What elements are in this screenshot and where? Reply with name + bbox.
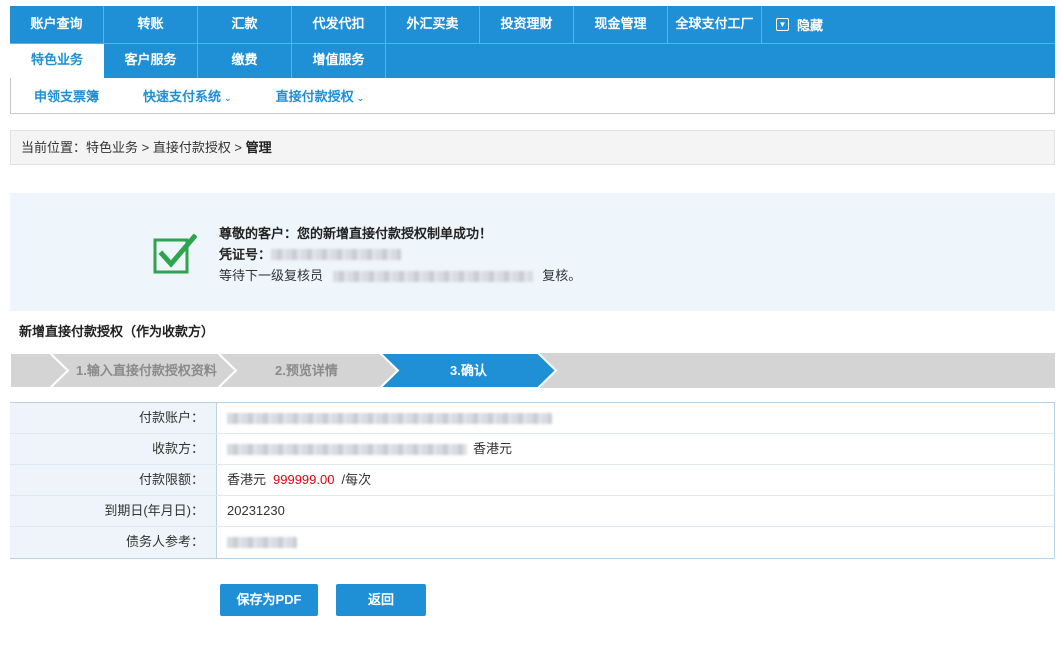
- review-prefix: 等待下一级复核员: [219, 268, 324, 283]
- breadcrumb-current: 管理: [245, 140, 272, 155]
- limit-amount: 999999.00: [273, 472, 335, 487]
- hide-label: 隐藏: [797, 18, 824, 33]
- nav-remittance[interactable]: 汇款: [198, 6, 292, 43]
- limit-value: 香港元 999999.00 /每次: [216, 465, 1054, 495]
- expiry-value: 20231230: [216, 496, 1054, 526]
- debtor-ref-redacted: [227, 537, 297, 548]
- details-table: 付款账户： 收款方： 香港元 付款限额： 香港元 999999.00 /每次 到…: [10, 402, 1055, 559]
- breadcrumb: 当前位置：特色业务 > 直接付款授权 > 管理: [10, 130, 1055, 165]
- success-title: 尊敬的客户：您的新增直接付款授权制单成功！: [219, 226, 493, 241]
- nav-transfer[interactable]: 转账: [104, 6, 198, 43]
- success-message: 尊敬的客户：您的新增直接付款授权制单成功！ 凭证号： 等待下一级复核员 复核。: [219, 223, 581, 286]
- nav-account-query[interactable]: 账户查询: [10, 6, 104, 43]
- payee-value: 香港元: [216, 434, 1054, 464]
- step-indicator: 1.输入直接付款授权资料 2.预览详情 3.确认: [10, 353, 1055, 388]
- voucher-label: 凭证号：: [219, 247, 272, 262]
- nav-cash-management[interactable]: 现金管理: [574, 6, 668, 43]
- nav-value-added[interactable]: 增值服务: [292, 44, 386, 78]
- nav-customer-service[interactable]: 客户服务: [104, 44, 198, 78]
- table-row: 付款限额： 香港元 999999.00 /每次: [10, 465, 1054, 496]
- success-panel: 尊敬的客户：您的新增直接付款授权制单成功！ 凭证号： 等待下一级复核员 复核。: [10, 193, 1055, 311]
- section-title: 新增直接付款授权（作为收款方）: [19, 324, 215, 339]
- subnav-fps-label: 快速支付系统: [143, 89, 222, 104]
- field-label-payee: 收款方：: [10, 434, 216, 464]
- success-check-icon: [153, 234, 197, 274]
- secondary-nav: 特色业务 客户服务 缴费 增值服务: [10, 43, 1055, 79]
- chevron-down-icon: ⌄: [224, 93, 232, 103]
- table-row: 收款方： 香港元: [10, 434, 1054, 465]
- step-2: 2.预览详情: [275, 363, 338, 378]
- payee-currency: 香港元: [473, 441, 513, 456]
- subnav-direct-debit-label: 直接付款授权: [275, 89, 354, 104]
- review-line: 等待下一级复核员 复核。: [219, 265, 581, 286]
- back-button[interactable]: 返回: [336, 584, 426, 616]
- nav-forex[interactable]: 外汇买卖: [386, 6, 480, 43]
- payer-account-value: [216, 403, 1054, 433]
- subnav-cheque-book[interactable]: 申领支票簿: [34, 86, 99, 105]
- table-row: 付款账户：: [10, 403, 1054, 434]
- sub-nav: 申领支票簿 快速支付系统 ⌄ 直接付款授权 ⌄: [10, 78, 1055, 114]
- payee-redacted: [227, 443, 467, 455]
- voucher-line: 凭证号：: [219, 244, 581, 265]
- page: 账户查询 转账 汇款 代发代扣 外汇买卖 投资理财 现金管理 全球支付工厂 ▼ …: [0, 0, 1063, 649]
- field-label-debtor-ref: 债务人参考：: [10, 527, 216, 558]
- review-suffix: 复核。: [542, 268, 582, 283]
- debtor-ref-value: [216, 527, 1054, 558]
- hide-nav-button[interactable]: ▼ 隐藏: [762, 6, 823, 43]
- table-row: 债务人参考：: [10, 527, 1054, 558]
- subnav-fps[interactable]: 快速支付系统 ⌄: [143, 86, 232, 105]
- subnav-cheque-book-label: 申领支票簿: [34, 89, 100, 104]
- nav-special-services[interactable]: 特色业务: [10, 44, 104, 79]
- step-3: 3.确认: [450, 363, 487, 378]
- table-row: 到期日(年月日)： 20231230: [10, 496, 1054, 527]
- field-label-payer-account: 付款账户：: [10, 403, 216, 433]
- limit-currency: 香港元: [227, 472, 267, 487]
- limit-unit: /每次: [341, 472, 372, 487]
- step-1: 1.输入直接付款授权资料: [76, 363, 217, 378]
- reviewer-redacted: [332, 271, 533, 283]
- voucher-number-redacted: [271, 249, 402, 260]
- breadcrumb-path: 当前位置：特色业务 > 直接付款授权 >: [21, 140, 246, 155]
- nav-investment[interactable]: 投资理财: [480, 6, 574, 43]
- field-label-expiry: 到期日(年月日)：: [10, 496, 216, 526]
- payer-account-redacted: [227, 412, 552, 424]
- subnav-direct-debit[interactable]: 直接付款授权 ⌄: [276, 86, 365, 105]
- primary-nav: 账户查询 转账 汇款 代发代扣 外汇买卖 投资理财 现金管理 全球支付工厂 ▼ …: [10, 6, 1055, 43]
- nav-bill-payment[interactable]: 缴费: [198, 44, 292, 78]
- nav-payroll[interactable]: 代发代扣: [292, 6, 386, 43]
- save-pdf-button[interactable]: 保存为PDF: [220, 584, 318, 616]
- field-label-limit: 付款限额：: [10, 465, 216, 495]
- chevron-down-icon: ⌄: [356, 93, 365, 103]
- collapse-icon: ▼: [776, 18, 789, 31]
- nav-global-payment[interactable]: 全球支付工厂: [668, 6, 762, 43]
